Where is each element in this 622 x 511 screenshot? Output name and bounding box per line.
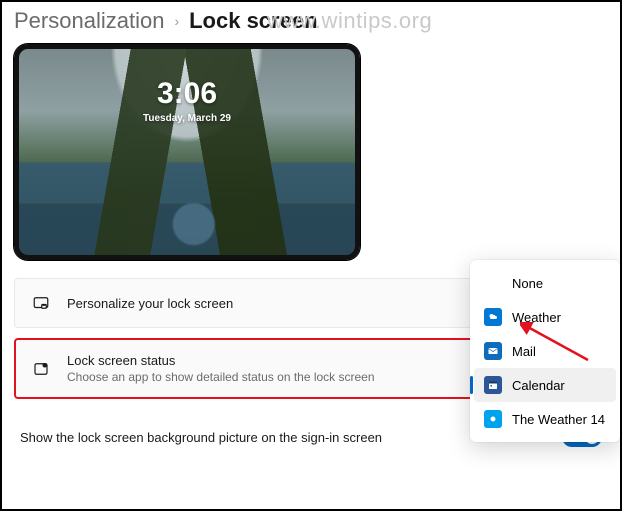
flyout-label: The Weather 14 day bbox=[512, 412, 606, 427]
row-personalize-title: Personalize your lock screen bbox=[67, 296, 233, 311]
flyout-label: None bbox=[512, 276, 543, 291]
preview-date: Tuesday, March 29 bbox=[19, 113, 355, 124]
flyout-item-weather14[interactable]: The Weather 14 day bbox=[474, 402, 616, 436]
flyout-item-calendar[interactable]: Calendar bbox=[474, 368, 616, 402]
page-title: Lock screen bbox=[189, 8, 317, 34]
flyout-label: Weather bbox=[512, 310, 561, 325]
flyout-label: Calendar bbox=[512, 378, 565, 393]
toggle-label: Show the lock screen background picture … bbox=[20, 430, 382, 445]
breadcrumb: Personalization › Lock screen bbox=[14, 8, 608, 34]
status-app-flyout: None Weather Mail Calendar The Weather 1… bbox=[470, 260, 620, 442]
calendar-icon bbox=[484, 376, 502, 394]
preview-time: 3:06 bbox=[19, 77, 355, 111]
flyout-item-none[interactable]: None bbox=[474, 266, 616, 300]
lock-screen-preview[interactable]: 3:06 Tuesday, March 29 bbox=[14, 44, 360, 260]
row-status-title: Lock screen status bbox=[67, 353, 375, 368]
flyout-label: Mail bbox=[512, 344, 536, 359]
breadcrumb-parent[interactable]: Personalization bbox=[14, 8, 164, 34]
row-status-subtitle: Choose an app to show detailed status on… bbox=[67, 370, 375, 384]
weather14-icon bbox=[484, 410, 502, 428]
none-icon bbox=[484, 274, 502, 292]
flyout-item-mail[interactable]: Mail bbox=[474, 334, 616, 368]
status-icon bbox=[31, 359, 51, 379]
chevron-right-icon: › bbox=[174, 13, 179, 29]
flyout-item-weather[interactable]: Weather bbox=[474, 300, 616, 334]
picture-icon bbox=[31, 293, 51, 313]
preview-clock: 3:06 Tuesday, March 29 bbox=[19, 77, 355, 124]
weather-icon bbox=[484, 308, 502, 326]
mail-icon bbox=[484, 342, 502, 360]
